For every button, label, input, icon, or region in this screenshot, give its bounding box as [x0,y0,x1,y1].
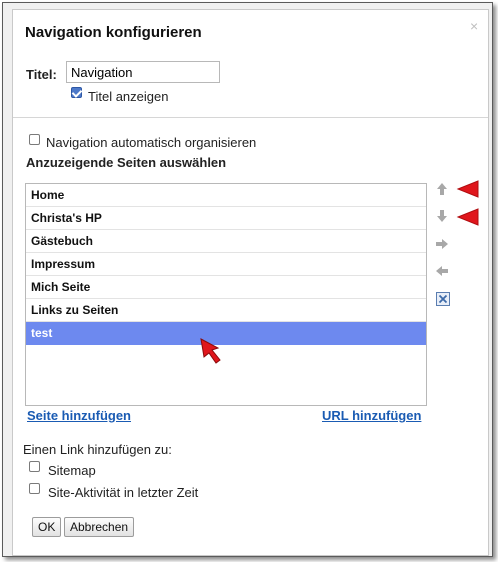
show-title-label: Titel anzeigen [88,89,169,104]
arrow-right-icon[interactable] [434,236,450,252]
configure-navigation-dialog: Navigation konfigurieren × Titel: Titel … [12,9,489,556]
add-url-link[interactable]: URL hinzufügen [322,408,421,423]
arrow-up-icon[interactable] [434,181,450,197]
annotation-arrow-icon [456,180,479,198]
title-label: Titel: [26,67,57,82]
close-icon[interactable]: × [470,18,478,34]
list-item[interactable]: Home [26,184,426,207]
cancel-button[interactable]: Abbrechen [64,517,135,537]
auto-organize-checkbox[interactable] [29,134,40,145]
auto-organize-label: Navigation automatisch organisieren [46,135,257,150]
divider [13,117,488,118]
arrow-left-icon[interactable] [434,263,450,279]
annotation-arrow-icon [456,208,479,226]
add-link-to-label: Einen Link hinzufügen zu: [23,442,172,457]
list-item[interactable]: Gästebuch [26,230,426,253]
ok-button[interactable]: OK [32,517,62,537]
list-item[interactable]: Christa's HP [26,207,426,230]
show-title-checkbox[interactable] [71,87,82,98]
list-item-selected[interactable]: test [26,322,426,345]
site-activity-label: Site-Aktivität in letzter Zeit [48,485,199,500]
pages-list: Home Christa's HP Gästebuch Impressum Mi… [25,183,427,406]
remove-x-icon[interactable] [436,292,450,306]
pages-heading: Anzuzeigende Seiten auswählen [26,155,227,170]
site-activity-checkbox[interactable] [29,483,40,494]
list-item[interactable]: Impressum [26,253,426,276]
sitemap-checkbox[interactable] [29,461,40,472]
sitemap-label: Sitemap [48,463,96,478]
list-item[interactable]: Links zu Seiten [26,299,426,322]
cursor-arrow-icon [200,338,221,364]
screenshot-frame: Navigation konfigurieren × Titel: Titel … [2,2,493,557]
dialog-title: Navigation konfigurieren [25,24,202,41]
add-page-link[interactable]: Seite hinzufügen [27,408,131,423]
list-item[interactable]: Mich Seite [26,276,426,299]
title-input[interactable] [66,61,220,83]
arrow-down-icon[interactable] [434,208,450,224]
